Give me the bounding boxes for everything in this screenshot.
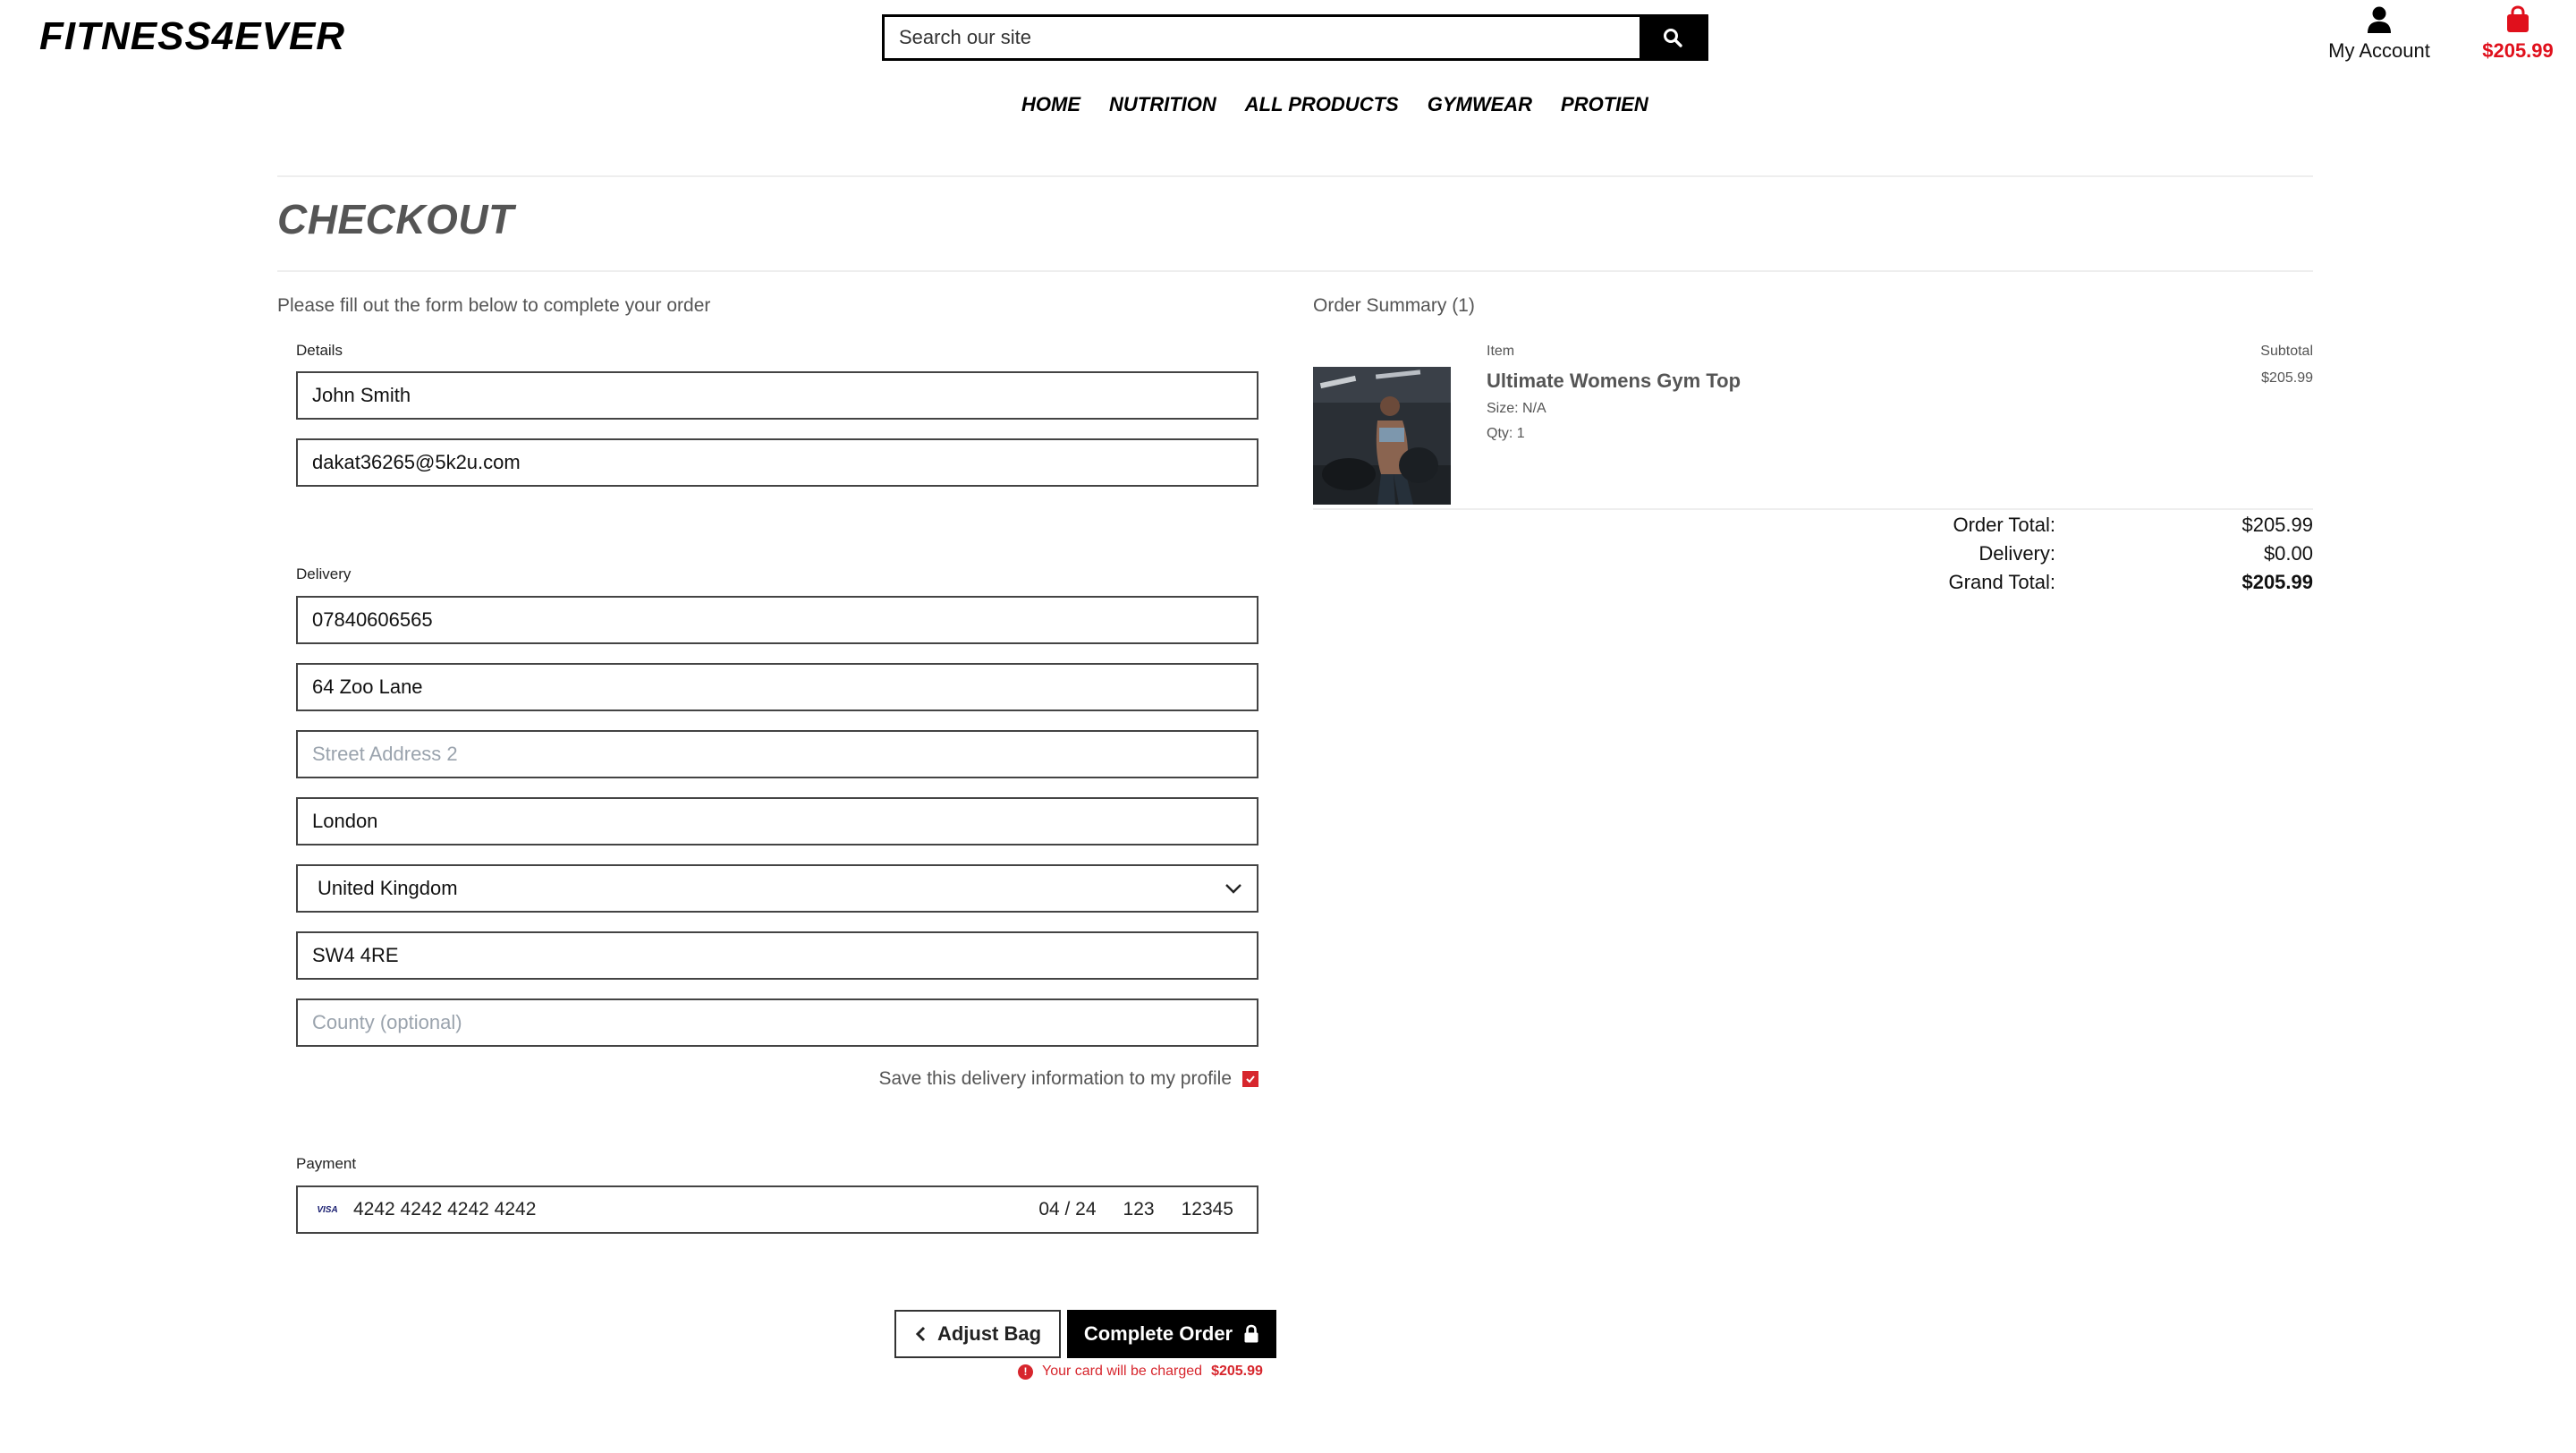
delivery-cost-value: $0.00 [2263,542,2313,565]
main-nav: HOME NUTRITION ALL PRODUCTS GYMWEAR PROT… [1021,93,1648,116]
card-cvc-input[interactable]: 123 [1123,1199,1155,1220]
delivery-cost-label: Delivery: [1979,542,2055,565]
search-bar [882,14,1708,61]
divider [277,270,2313,272]
product-size: Size: N/A [1487,401,1546,416]
country-select-value: United Kingdom [318,877,458,899]
save-info-row: Save this delivery information to my pro… [859,1068,1258,1090]
exclamation-circle-icon: ! [1018,1364,1033,1380]
card-zip-input[interactable]: 12345 [1182,1199,1233,1220]
street-address-2-field[interactable] [296,730,1258,778]
town-city-field[interactable] [296,797,1258,845]
form-intro: Please fill out the form below to comple… [277,295,711,316]
product-subtotal: $205.99 [2261,370,2313,386]
chevron-down-icon [1225,884,1241,894]
county-field[interactable] [296,998,1258,1047]
search-button[interactable] [1640,17,1706,58]
adjust-bag-button[interactable]: Adjust Bag [894,1310,1061,1358]
visa-card-icon: VISA [317,1204,338,1215]
bag-total: $205.99 [2482,39,2554,62]
save-info-checkbox[interactable] [1242,1071,1258,1087]
complete-order-label: Complete Order [1083,1322,1233,1345]
phone-field[interactable] [296,596,1258,644]
product-name: Ultimate Womens Gym Top [1487,370,1741,392]
charge-text: Your card will be charged [1042,1364,1203,1379]
product-image[interactable] [1313,367,1451,505]
card-element[interactable]: VISA 4242 4242 4242 4242 04 / 24 123 123… [296,1185,1258,1234]
grand-total-value: $205.99 [2241,571,2313,593]
details-label: Details [296,342,343,359]
page-title: CHECKOUT [277,196,514,242]
item-column-header: Item [1487,344,1515,359]
product-photo-illustration [1313,367,1451,505]
divider [277,175,2313,177]
grand-total-label: Grand Total: [1948,571,2055,593]
product-qty: Qty: 1 [1487,426,1525,441]
checkmark-icon [1244,1073,1257,1085]
my-account-label: My Account [2328,39,2430,62]
chevron-left-icon [915,1326,925,1342]
country-select[interactable]: United Kingdom [296,864,1258,913]
full-name-field[interactable] [296,371,1258,420]
charge-notice: ! Your card will be charged $205.99 [1018,1364,1263,1380]
summary-divider [1313,508,2313,510]
card-expiry-input[interactable]: 04 / 24 [1038,1199,1096,1220]
my-account-link[interactable]: My Account [2317,5,2442,63]
email-field[interactable] [296,438,1258,487]
shopping-bag-link[interactable]: $205.99 [2469,5,2567,63]
shopping-bag-icon [2507,5,2529,32]
nav-nutrition[interactable]: NUTRITION [1109,93,1216,116]
complete-order-button[interactable]: Complete Order [1067,1310,1276,1358]
nav-protien[interactable]: PROTIEN [1561,93,1648,116]
search-input[interactable] [885,17,1640,58]
save-info-label: Save this delivery information to my pro… [878,1068,1233,1089]
delivery-label: Delivery [296,565,352,582]
site-logo[interactable]: FITNESS4EVER [39,14,345,59]
nav-gymwear[interactable]: GYMWEAR [1428,93,1532,116]
charge-amount: $205.99 [1211,1364,1263,1379]
postcode-field[interactable] [296,931,1258,980]
order-summary-title: Order Summary (1) [1313,295,1475,316]
street-address-1-field[interactable] [296,663,1258,711]
user-icon [2368,6,2391,33]
adjust-bag-label: Adjust Bag [936,1322,1042,1345]
nav-home[interactable]: HOME [1021,93,1080,116]
order-total-label: Order Total: [1953,514,2055,536]
nav-all-products[interactable]: ALL PRODUCTS [1245,93,1399,116]
card-number-input[interactable]: 4242 4242 4242 4242 [353,1199,1038,1220]
order-total-value: $205.99 [2241,514,2313,536]
payment-label: Payment [296,1155,357,1172]
search-icon [1664,29,1682,47]
subtotal-column-header: Subtotal [2260,344,2313,359]
lock-icon [1244,1324,1258,1343]
